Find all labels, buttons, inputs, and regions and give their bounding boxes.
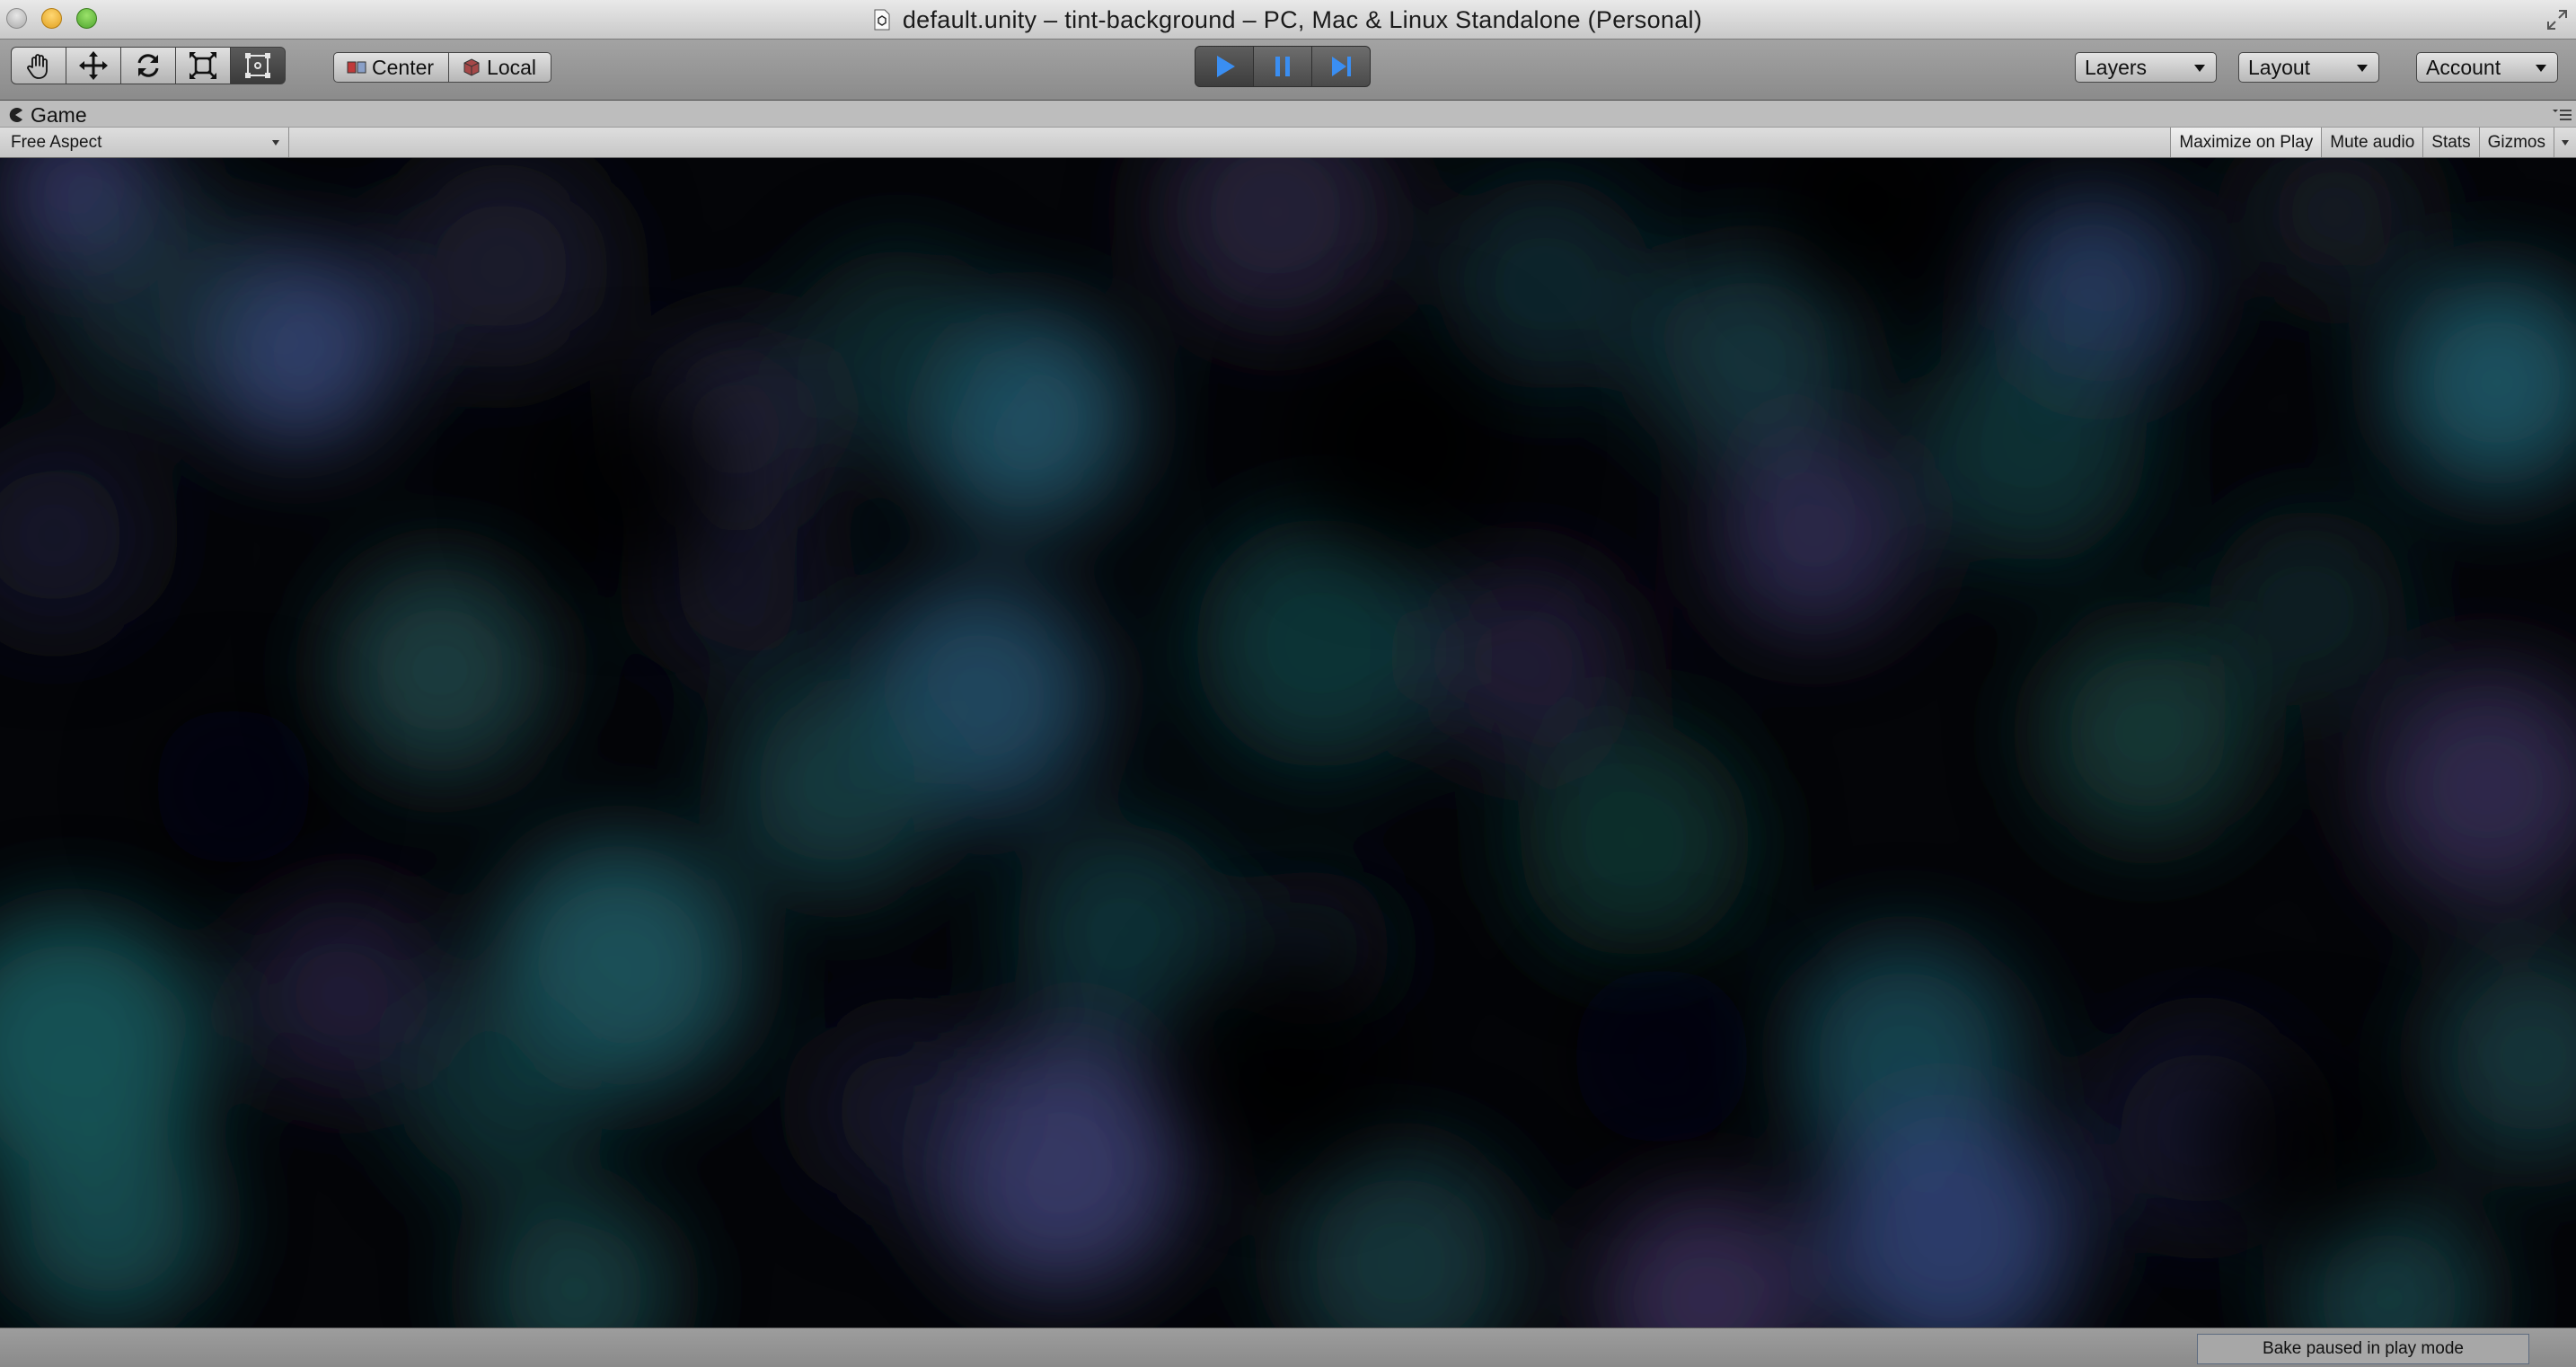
mute-audio-label: Mute audio (2330, 132, 2415, 152)
bake-status-label: Bake paused in play mode (2263, 1339, 2464, 1358)
status-bar: Bake paused in play mode (0, 1327, 2576, 1367)
play-button[interactable] (1195, 46, 1254, 87)
game-view-viewport[interactable] (0, 158, 2576, 1327)
window-title-bar: default.unity – tint-background – PC, Ma… (0, 0, 2576, 40)
chevron-down-icon (2536, 65, 2546, 72)
tint-background-render (0, 158, 2576, 1327)
pivot-mode-button[interactable]: Center (333, 52, 450, 83)
aspect-label: Free Aspect (11, 132, 102, 152)
layers-label: Layers (2085, 55, 2148, 79)
chevron-down-icon (2194, 65, 2205, 72)
hand-tool-button[interactable] (11, 47, 66, 84)
chevron-down-icon (272, 140, 279, 146)
pivot-rotation-label: Local (487, 55, 537, 79)
scale-icon (190, 52, 216, 79)
game-view-options: Maximize on Play Mute audio Stats Gizmos (2170, 128, 2576, 157)
local-cube-icon (463, 58, 480, 76)
scale-tool-button[interactable] (175, 47, 231, 84)
move-arrows-icon (79, 51, 108, 80)
chevron-down-icon (2357, 65, 2368, 72)
bake-status-field[interactable]: Bake paused in play mode (2197, 1334, 2529, 1364)
main-toolbar: Center Local Layers Layout Account (0, 40, 2576, 101)
hand-icon (27, 54, 48, 79)
maximize-on-play-toggle[interactable]: Maximize on Play (2170, 128, 2322, 157)
pacman-game-icon (9, 108, 22, 122)
move-tool-button[interactable] (66, 47, 121, 84)
layers-dropdown[interactable]: Layers (2075, 52, 2217, 83)
game-tab-label: Game (31, 102, 87, 127)
pivot-toggles: Center Local (333, 52, 552, 83)
layout-dropdown[interactable]: Layout (2238, 52, 2379, 83)
game-view-toolbar: Free Aspect Maximize on Play Mute audio … (0, 128, 2576, 158)
pivot-mode-label: Center (372, 55, 435, 79)
tab-game[interactable]: Game (7, 102, 87, 128)
stats-toggle[interactable]: Stats (2422, 128, 2478, 157)
maximize-on-play-label: Maximize on Play (2179, 132, 2314, 152)
pause-icon (1275, 57, 1290, 76)
playback-controls (1195, 46, 1371, 87)
pivot-center-icon (347, 61, 366, 74)
mute-audio-toggle[interactable]: Mute audio (2321, 128, 2422, 157)
window-title-container: default.unity – tint-background – PC, Ma… (0, 0, 2576, 40)
window-title: default.unity – tint-background – PC, Ma… (902, 5, 1703, 33)
step-button[interactable] (1311, 46, 1371, 87)
panel-menu-icon[interactable] (2551, 106, 2572, 122)
aspect-dropdown[interactable]: Free Aspect (0, 128, 289, 157)
chevron-down-icon (2562, 140, 2569, 146)
game-tab-bar: Game (0, 101, 2576, 128)
play-icon (1217, 56, 1235, 77)
stats-label: Stats (2431, 132, 2471, 152)
gizmos-dropdown[interactable]: Gizmos (2478, 128, 2576, 157)
fullscreen-icon[interactable] (2545, 8, 2569, 31)
step-forward-icon (1332, 57, 1351, 76)
layout-label: Layout (2248, 55, 2311, 79)
unity-document-icon (874, 9, 890, 31)
pivot-rotation-button[interactable]: Local (448, 52, 552, 83)
gizmos-label: Gizmos (2487, 132, 2545, 152)
pause-button[interactable] (1253, 46, 1312, 87)
rect-tool-button[interactable] (230, 47, 286, 84)
rotate-icon (137, 54, 159, 77)
account-label: Account (2426, 55, 2501, 79)
account-dropdown[interactable]: Account (2416, 52, 2558, 83)
rotate-tool-button[interactable] (120, 47, 176, 84)
rect-transform-icon (245, 53, 270, 78)
transform-tools (11, 47, 286, 86)
